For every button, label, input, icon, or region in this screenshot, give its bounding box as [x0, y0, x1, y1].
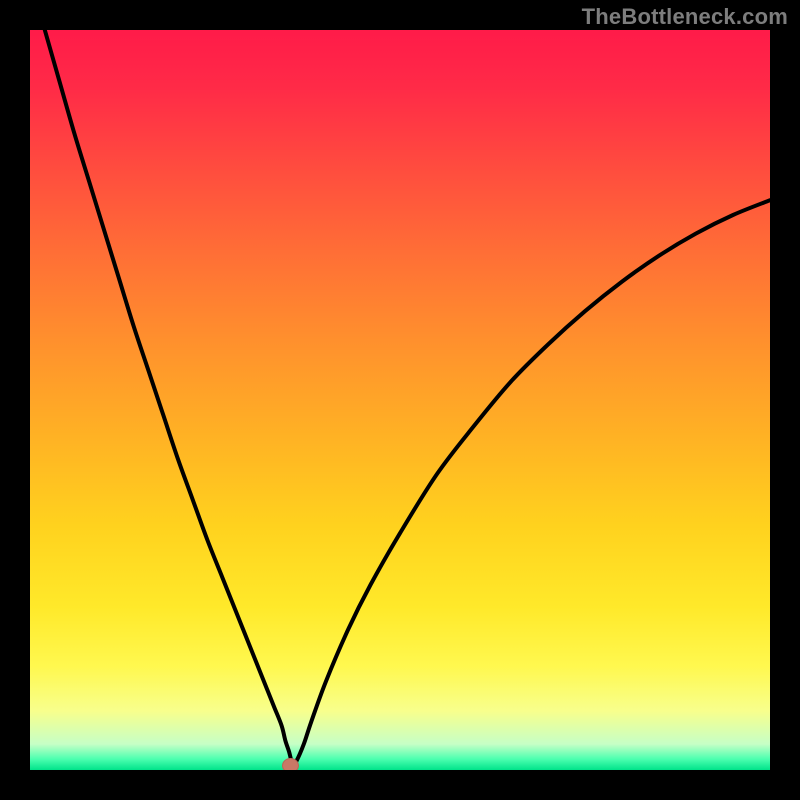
chart-svg: [30, 30, 770, 770]
chart-plot-area: [30, 30, 770, 770]
watermark-text: TheBottleneck.com: [582, 4, 788, 30]
optimal-point-marker: [282, 759, 298, 770]
chart-frame: TheBottleneck.com: [0, 0, 800, 800]
chart-background: [30, 30, 770, 770]
